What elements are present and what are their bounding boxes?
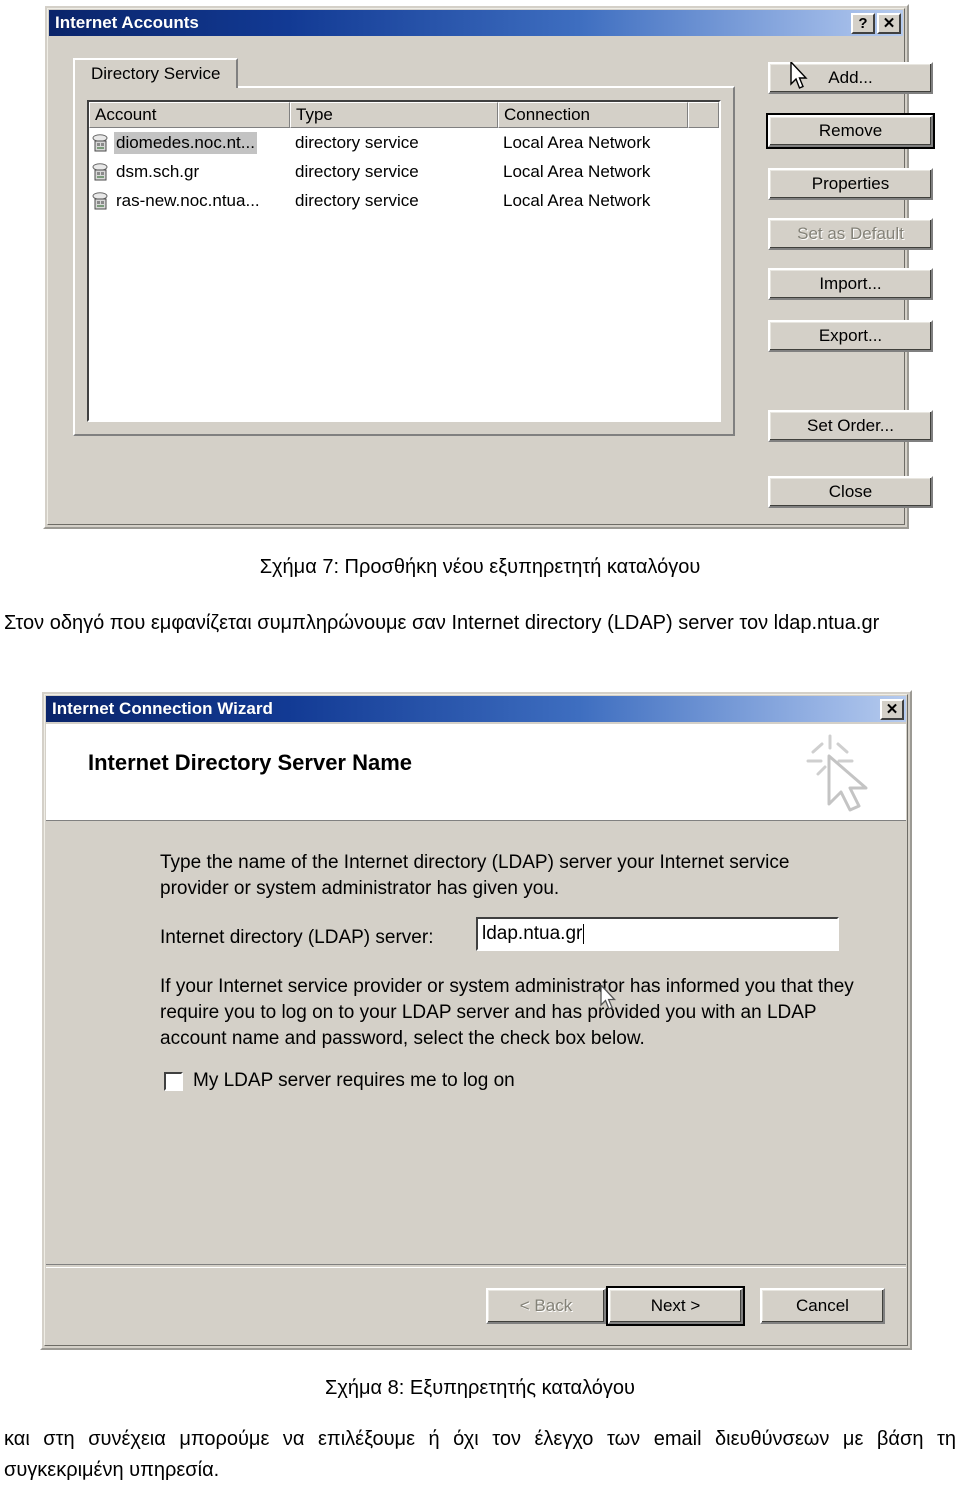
figure-7-caption: Σχήμα 7: Προσθήκη νέου εξυπηρετητή καταλ… <box>259 556 701 578</box>
account-name: diomedes.noc.nt... <box>114 131 257 154</box>
connection-cell: Local Area Network <box>503 161 651 181</box>
wizard-body: Type the name of the Internet directory … <box>46 822 906 1252</box>
accounts-listview[interactable]: Account Type Connection diomedes.noc.nt.… <box>87 100 721 422</box>
directory-server-icon <box>91 162 111 182</box>
wizard-logon-info-text: If your Internet service provider or sys… <box>160 976 854 1049</box>
accounts-titlebar[interactable]: Internet Accounts ? ✕ <box>49 10 903 36</box>
column-header-account[interactable]: Account <box>89 102 290 128</box>
connection-cell: Local Area Network <box>503 190 651 210</box>
remove-button[interactable]: Remove <box>766 113 935 149</box>
directory-server-icon <box>91 133 111 153</box>
internet-accounts-dialog: Internet Accounts ? ✕ Account Type Conne… <box>43 4 935 529</box>
mouse-cursor-sparkle-icon <box>802 730 884 816</box>
tab-panel: Account Type Connection diomedes.noc.nt.… <box>73 86 735 436</box>
export-button[interactable]: Export... <box>768 320 933 352</box>
cancel-button[interactable]: Cancel <box>760 1288 885 1324</box>
column-header-connection[interactable]: Connection <box>498 102 688 128</box>
connection-cell: Local Area Network <box>503 132 651 152</box>
type-cell: directory service <box>295 132 419 152</box>
text-caret <box>583 924 585 944</box>
wizard-banner: Internet Directory Server Name <box>46 724 906 821</box>
ldap-server-label: Internet directory (LDAP) server: <box>160 927 434 948</box>
next-button[interactable]: Next > <box>606 1286 745 1326</box>
ldap-logon-checkbox-label: My LDAP server requires me to log on <box>193 1070 515 1091</box>
figure-8-caption: Σχήμα 8: Εξυπηρετητής καταλόγου <box>325 1377 635 1399</box>
body-paragraph-2: και στη συνέχεια μπορούμε να επιλέξουμε … <box>4 1428 956 1481</box>
account-name: ras-new.noc.ntua... <box>116 190 260 210</box>
column-header-blank[interactable] <box>688 102 719 128</box>
wizard-footer-divider <box>46 1264 906 1268</box>
tab-directory-service[interactable]: Directory Service <box>73 58 239 88</box>
wizard-titlebar[interactable]: Internet Connection Wizard ✕ <box>46 696 906 722</box>
table-row[interactable]: dsm.sch.gr directory service Local Area … <box>89 157 719 186</box>
account-cell: ras-new.noc.ntua... <box>89 190 290 212</box>
type-cell: directory service <box>295 161 419 181</box>
wizard-instruction-text: Type the name of the Internet directory … <box>160 852 790 899</box>
body-paragraph-1: Στον οδηγό που εμφανίζεται συμπληρώνουμε… <box>4 612 880 634</box>
listview-header: Account Type Connection <box>89 102 719 128</box>
account-cell: diomedes.noc.nt... <box>89 131 290 154</box>
table-row[interactable]: ras-new.noc.ntua... directory service Lo… <box>89 186 719 215</box>
set-order-button[interactable]: Set Order... <box>768 410 933 442</box>
wizard-title: Internet Connection Wizard <box>52 699 273 718</box>
close-button[interactable]: Close <box>768 476 933 508</box>
ldap-logon-checkbox-row[interactable]: My LDAP server requires me to log on <box>164 1070 515 1092</box>
accounts-title: Internet Accounts <box>55 13 199 32</box>
add-button[interactable]: Add... <box>768 62 933 94</box>
help-icon[interactable]: ? <box>851 12 875 34</box>
ldap-server-input[interactable]: ldap.ntua.gr <box>476 917 839 951</box>
wizard-banner-title: Internet Directory Server Name <box>88 750 413 775</box>
close-icon[interactable]: ✕ <box>877 12 901 34</box>
directory-service-tabstrip: Account Type Connection diomedes.noc.nt.… <box>73 58 735 436</box>
import-button[interactable]: Import... <box>768 268 933 300</box>
properties-button[interactable]: Properties <box>768 168 933 200</box>
ldap-server-value: ldap.ntua.gr <box>482 923 583 944</box>
ldap-logon-checkbox[interactable] <box>164 1071 183 1091</box>
column-header-type[interactable]: Type <box>290 102 498 128</box>
type-cell: directory service <box>295 190 419 210</box>
back-button: < Back <box>486 1288 606 1324</box>
set-as-default-button: Set as Default <box>768 218 933 250</box>
internet-connection-wizard-dialog: Internet Connection Wizard ✕ Internet Di… <box>40 690 912 1350</box>
account-cell: dsm.sch.gr <box>89 161 290 183</box>
close-icon[interactable]: ✕ <box>880 698 904 720</box>
directory-server-icon <box>91 191 111 211</box>
tab-label: Directory Service <box>91 64 221 83</box>
table-row[interactable]: diomedes.noc.nt... directory service Loc… <box>89 128 719 157</box>
account-name: dsm.sch.gr <box>116 161 200 181</box>
